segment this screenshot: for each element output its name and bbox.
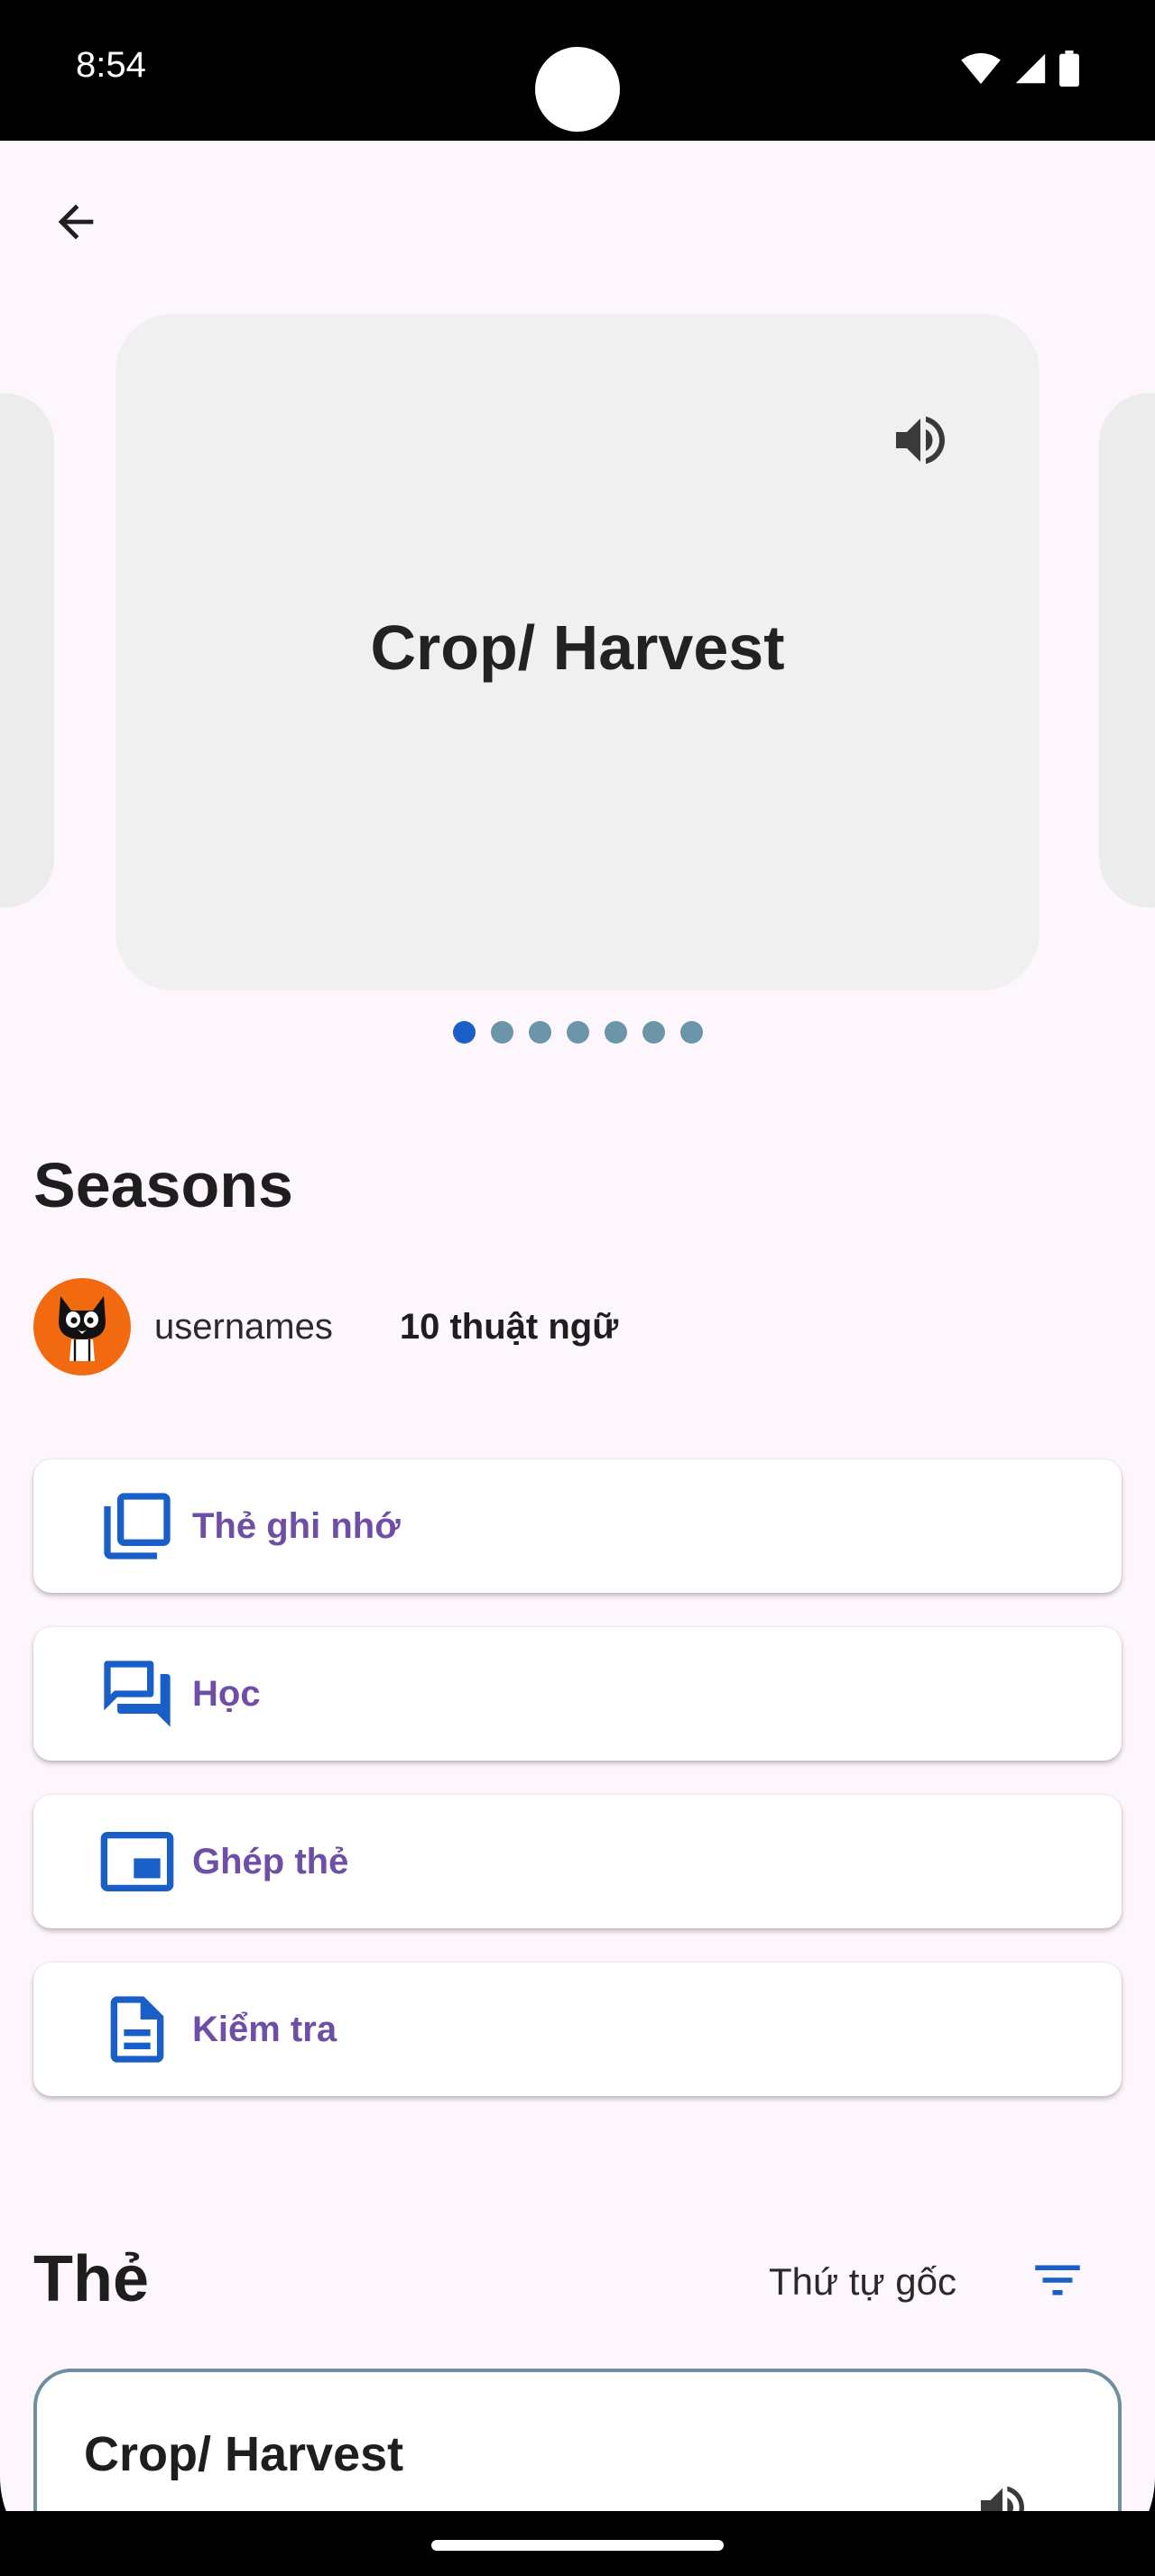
mode-label: Kiểm tra — [192, 2009, 337, 2049]
status-icons — [960, 51, 1079, 87]
term-card-term: Crop/ Harvest — [84, 2427, 404, 2481]
wifi-icon — [961, 52, 1001, 85]
navigation-bar — [0, 2511, 1155, 2576]
volume-icon — [981, 2486, 1024, 2511]
test-mode-button[interactable]: Kiểm tra — [33, 1963, 1122, 2096]
page-dot[interactable] — [604, 1021, 627, 1044]
camera-cutout — [535, 47, 620, 132]
forum-icon — [97, 1653, 178, 1734]
app-screen: Crop/ Harvest Seasons usernames 10 thuật… — [0, 141, 1155, 2511]
flashcards-icon — [97, 1486, 178, 1567]
sort-filter-button[interactable] — [1020, 2242, 1095, 2318]
page-dot[interactable] — [679, 1021, 703, 1044]
mode-label: Học — [192, 1673, 261, 1714]
arrow-back-icon — [58, 204, 94, 240]
filter-list-icon — [1035, 2265, 1080, 2295]
flashcard-term: Crop/ Harvest — [370, 612, 785, 683]
test-document-icon — [97, 1989, 178, 2070]
sort-order-label[interactable]: Thứ tự gốc — [769, 2260, 956, 2304]
flashcard-preview[interactable]: Crop/ Harvest — [116, 314, 1040, 990]
page-dot[interactable] — [642, 1021, 665, 1044]
status-bar: 8:54 — [0, 0, 1155, 141]
carousel-next-card[interactable] — [1099, 393, 1155, 907]
term-speaker-button[interactable] — [974, 2479, 1037, 2511]
cards-section-title: Thẻ — [33, 2243, 150, 2315]
speaker-button[interactable] — [888, 408, 953, 473]
set-title: Seasons — [33, 1150, 293, 1220]
learn-mode-button[interactable]: Học — [33, 1627, 1122, 1761]
page-dot[interactable] — [528, 1021, 551, 1044]
volume-icon — [896, 416, 945, 465]
username[interactable]: usernames — [154, 1307, 333, 1348]
author-row: usernames 10 thuật ngữ — [33, 1277, 618, 1376]
flashcards-mode-button[interactable]: Thẻ ghi nhớ — [33, 1459, 1122, 1593]
avatar[interactable] — [33, 1278, 131, 1375]
home-indicator[interactable] — [431, 2540, 724, 2551]
back-button[interactable] — [40, 186, 112, 258]
page-dot[interactable] — [490, 1021, 513, 1044]
battery-icon — [1059, 51, 1079, 87]
match-mode-button[interactable]: Ghép thẻ — [33, 1795, 1122, 1928]
page-dot[interactable] — [452, 1021, 476, 1044]
term-card[interactable]: Crop/ Harvest — [33, 2369, 1122, 2511]
page-dot[interactable] — [566, 1021, 589, 1044]
match-icon — [97, 1821, 178, 1902]
mode-label: Thẻ ghi nhớ — [192, 1505, 401, 1546]
carousel-page-indicator — [0, 1021, 1155, 1044]
phone-frame: 8:54 Crop/ Harvest Seasons usernames 10 … — [0, 0, 1155, 2576]
carousel-previous-card[interactable] — [0, 393, 54, 907]
term-count: 10 thuật ngữ — [399, 1306, 619, 1347]
status-time: 8:54 — [76, 45, 146, 85]
cellular-signal-icon — [1015, 53, 1046, 84]
cat-avatar-icon — [59, 1296, 106, 1361]
mode-label: Ghép thẻ — [192, 1841, 349, 1881]
